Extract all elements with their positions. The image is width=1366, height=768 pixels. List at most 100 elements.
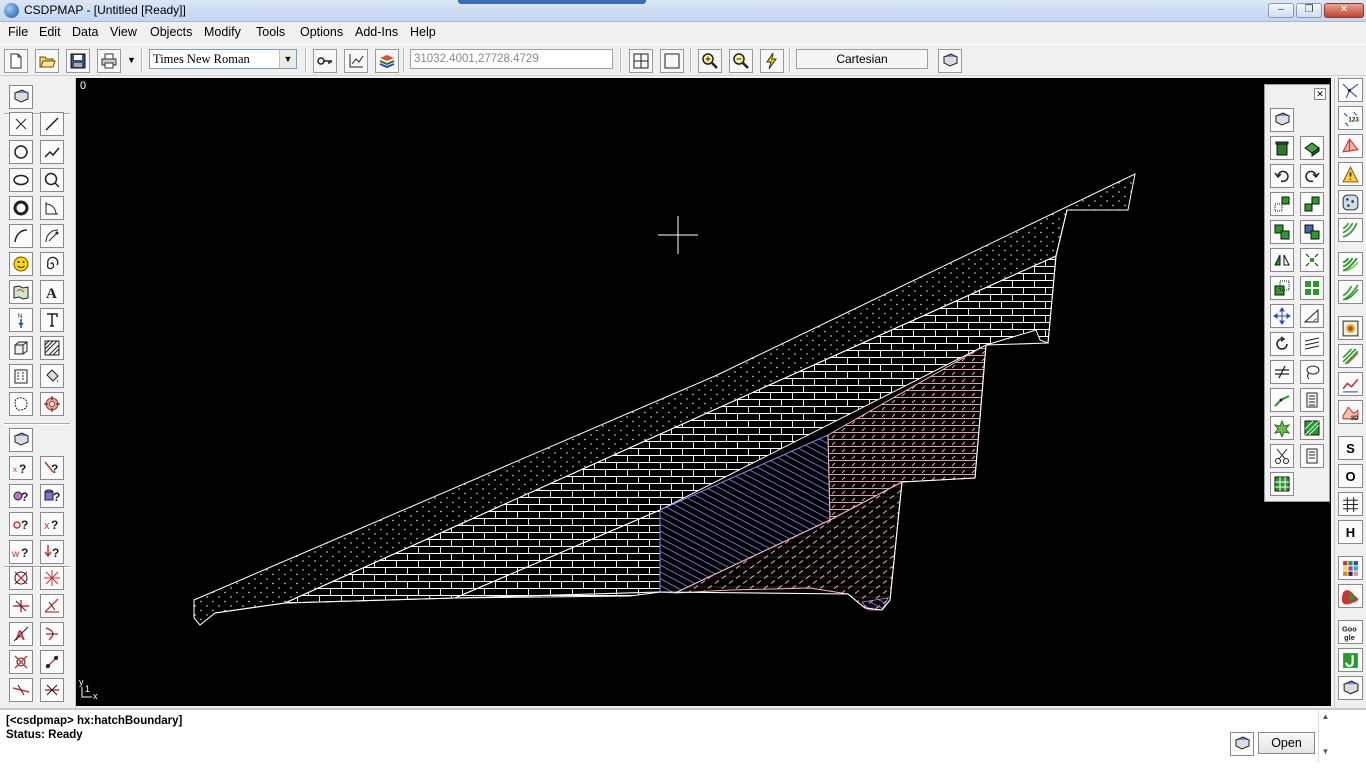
undo-button[interactable] xyxy=(1270,164,1294,188)
map-tool[interactable] xyxy=(9,280,33,304)
menu-help[interactable]: Help xyxy=(410,25,436,39)
tin-button[interactable] xyxy=(1338,134,1363,158)
menu-add-ins[interactable]: Add-Ins xyxy=(355,25,398,39)
book-button[interactable] xyxy=(938,49,962,73)
scroll-up-icon[interactable]: ▲ xyxy=(1319,712,1332,721)
arc-angle-tool[interactable] xyxy=(40,196,64,220)
eraser-button[interactable] xyxy=(1300,136,1324,160)
scroll-down-icon[interactable]: ▼ xyxy=(1319,747,1332,756)
rotate-button[interactable] xyxy=(1270,332,1294,356)
move-button[interactable] xyxy=(1270,304,1294,328)
minimize-button[interactable]: – xyxy=(1268,3,1294,18)
menu-objects[interactable]: Objects xyxy=(150,25,192,39)
scale-button[interactable] xyxy=(1270,276,1294,300)
query-circle-tool[interactable]: ? xyxy=(9,512,33,536)
green-j-button[interactable] xyxy=(1338,648,1363,672)
new-button[interactable] xyxy=(4,49,28,73)
menu-view[interactable]: View xyxy=(110,25,137,39)
overlay-button[interactable] xyxy=(1338,584,1363,608)
palette-book-button[interactable] xyxy=(9,85,33,109)
annotate-tool[interactable]: A xyxy=(9,622,33,646)
menu-data[interactable]: Data xyxy=(72,25,98,39)
north-arrow-tool[interactable]: N xyxy=(9,308,33,332)
curve-edit-tool[interactable] xyxy=(40,622,64,646)
query-line-tool[interactable]: ? xyxy=(40,456,64,480)
contour-fill-button[interactable] xyxy=(1338,252,1363,276)
query-book-button[interactable] xyxy=(9,428,33,452)
key-button[interactable] xyxy=(313,49,337,73)
spot-height-button[interactable]: 123 xyxy=(1338,106,1363,130)
list-button[interactable] xyxy=(1300,388,1324,412)
point-tool[interactable] xyxy=(9,112,33,136)
symbol-tool[interactable] xyxy=(9,252,33,276)
panel-close-icon[interactable]: ✕ xyxy=(1314,88,1326,100)
contour-smooth-button[interactable] xyxy=(1338,280,1363,304)
query-area-tool[interactable]: ? xyxy=(9,484,33,508)
hatch-fill-button[interactable] xyxy=(1300,416,1324,440)
menu-edit[interactable]: Edit xyxy=(39,25,61,39)
explode-button[interactable] xyxy=(1270,416,1294,440)
move-down-button[interactable] xyxy=(1270,192,1294,216)
right-book-button[interactable] xyxy=(1338,676,1363,700)
lasso-button[interactable] xyxy=(1300,360,1324,384)
properties-button[interactable] xyxy=(1300,444,1324,468)
move-up-button[interactable] xyxy=(1300,192,1324,216)
print-button[interactable] xyxy=(97,49,121,73)
mirror-button[interactable] xyxy=(1270,248,1294,272)
save-button[interactable] xyxy=(66,49,90,73)
hatch-tool[interactable] xyxy=(40,336,64,360)
warning-button[interactable] xyxy=(1338,162,1363,186)
zoom-out-button[interactable] xyxy=(729,49,753,73)
menu-tools[interactable]: Tools xyxy=(256,25,285,39)
grid-layout-button[interactable] xyxy=(1270,472,1294,496)
extend-button[interactable] xyxy=(1270,388,1294,412)
texture-button[interactable] xyxy=(1338,190,1363,214)
building-tool[interactable] xyxy=(9,364,33,388)
google-button[interactable]: Goo gle xyxy=(1338,620,1363,644)
panel-book-button[interactable] xyxy=(1270,108,1294,132)
grid-lines-button[interactable] xyxy=(1338,492,1363,516)
map-canvas[interactable]: 0 y 1 x xyxy=(76,78,1331,706)
surface-3d-button[interactable]: 3D xyxy=(1338,400,1363,424)
print-dropdown-arrow-icon[interactable]: ▼ xyxy=(127,55,136,65)
scatter-button[interactable] xyxy=(1300,248,1324,272)
ellipse-tool[interactable] xyxy=(9,168,33,192)
erase-node-tool[interactable] xyxy=(9,650,33,674)
contour-button[interactable] xyxy=(1338,218,1363,242)
spiral-tool[interactable] xyxy=(40,252,64,276)
polyline-tool[interactable] xyxy=(40,140,64,164)
letter-s-button[interactable]: S xyxy=(1338,436,1363,460)
palette-colors-button[interactable] xyxy=(1338,556,1363,580)
circle-tool[interactable] xyxy=(9,140,33,164)
delete-segment-tool[interactable] xyxy=(40,678,64,702)
send-back-button[interactable] xyxy=(1270,220,1294,244)
axis-button[interactable] xyxy=(344,49,368,73)
query-database-tool[interactable]: ? xyxy=(40,484,64,508)
bring-front-button[interactable] xyxy=(1300,220,1324,244)
fill-tool[interactable] xyxy=(40,364,64,388)
compass-tool[interactable] xyxy=(40,224,64,248)
zoom-in-button[interactable] xyxy=(698,49,722,73)
donut-tool[interactable] xyxy=(9,196,33,220)
lightning-button[interactable] xyxy=(760,49,784,73)
network-button[interactable] xyxy=(1338,78,1363,102)
layers-button[interactable] xyxy=(375,49,399,73)
slope-button[interactable] xyxy=(1300,304,1324,328)
query-weight-tool[interactable]: w? xyxy=(9,540,33,564)
block-tool[interactable] xyxy=(9,336,33,360)
delete-point-tool[interactable] xyxy=(9,566,33,590)
grid-button[interactable] xyxy=(629,49,653,73)
break-tool[interactable] xyxy=(9,594,33,618)
line-tool[interactable] xyxy=(40,112,64,136)
font-dropdown-arrow-icon[interactable]: ▼ xyxy=(279,50,296,68)
text-tool[interactable]: A xyxy=(40,280,64,304)
target-tool[interactable] xyxy=(40,392,64,416)
offset-button[interactable] xyxy=(1300,332,1324,356)
open-button[interactable]: Open xyxy=(1258,732,1315,754)
letter-h-button[interactable]: H xyxy=(1338,520,1363,544)
maximize-button[interactable]: ❐ xyxy=(1296,3,1322,18)
trim-tool[interactable] xyxy=(40,594,64,618)
arc-tool[interactable] xyxy=(9,224,33,248)
region-tool[interactable] xyxy=(9,392,33,416)
label-tool[interactable] xyxy=(40,308,64,332)
